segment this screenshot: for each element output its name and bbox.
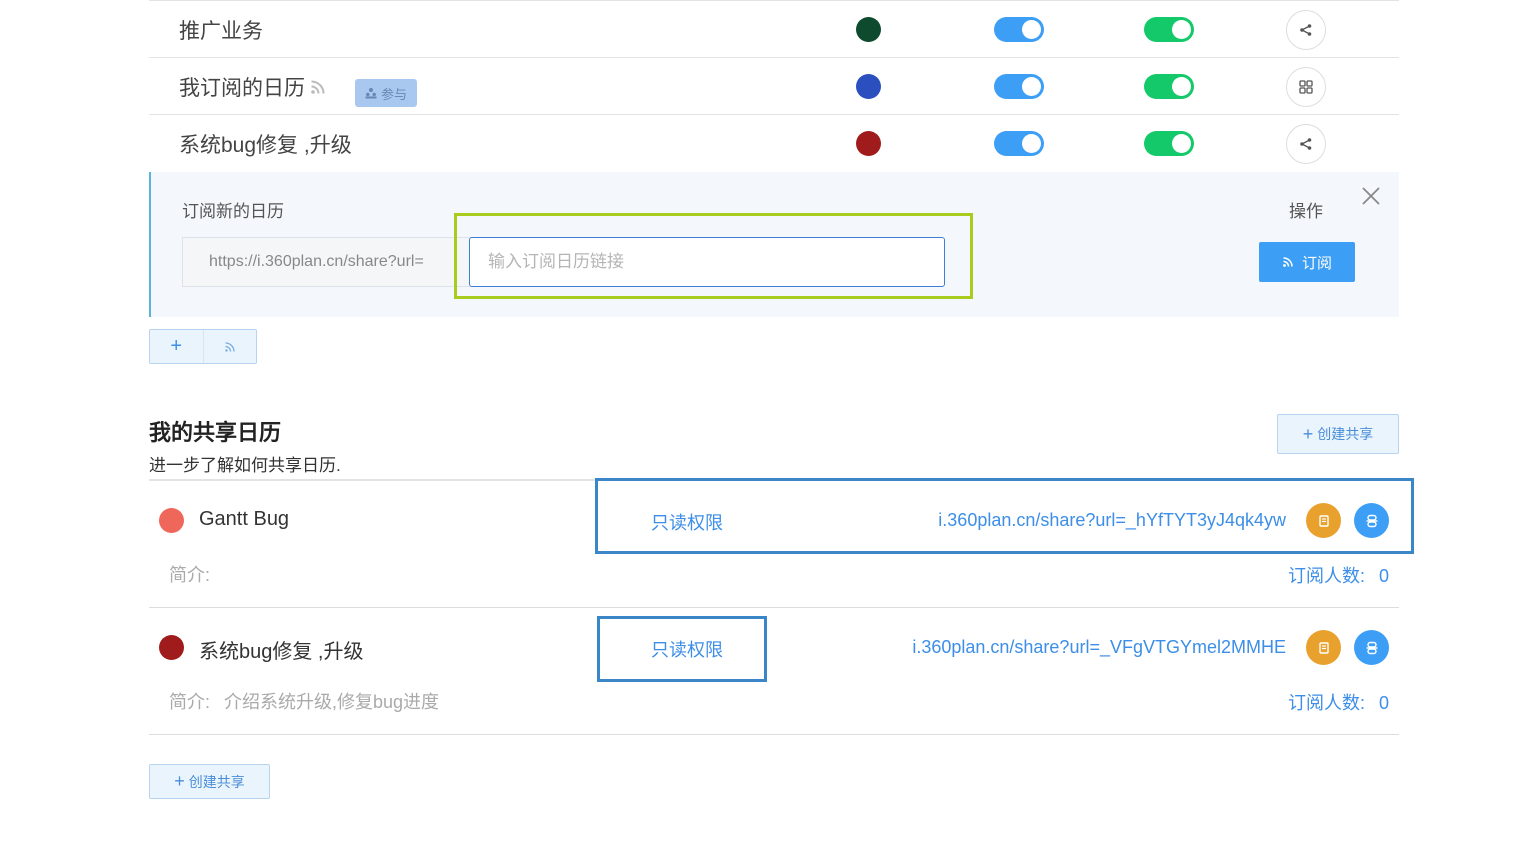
close-panel-button[interactable] — [1359, 184, 1383, 208]
calendar-color-dot[interactable] — [856, 131, 881, 156]
rss-icon — [225, 341, 235, 352]
grid-icon — [1299, 80, 1313, 94]
shared-calendars-title: 我的共享日历 — [149, 420, 282, 445]
plus-icon: + — [174, 771, 185, 791]
url-prefix-addon: https://i.360plan.cn/share?url= — [182, 237, 472, 287]
copy-link-button[interactable] — [1306, 630, 1341, 665]
create-share-button[interactable]: + 创建共享 — [1277, 414, 1399, 454]
subscriber-count-value: 0 — [1378, 566, 1389, 586]
share-url-link[interactable]: i.360plan.cn/share?url=_VFgVTGYmel2MMHE — [912, 637, 1286, 658]
unlink-button[interactable] — [1354, 630, 1389, 665]
shared-calendar-item: 系统bug修复 ,升级 只读权限 i.360plan.cn/share?url=… — [149, 608, 1399, 735]
visibility-toggle[interactable] — [994, 131, 1044, 156]
toggle-knob — [1022, 134, 1041, 153]
calendar-color-dot — [159, 508, 184, 533]
description-label: 简介: — [169, 692, 211, 712]
calendar-row: 我订阅的日历 参与 — [149, 57, 1399, 114]
subscriber-count-label: 订阅人数: — [1287, 693, 1365, 713]
description-text: 介绍系统升级,修复bug进度 — [224, 692, 440, 712]
calendar-name-wrap: 我订阅的日历 — [179, 72, 327, 102]
calendar-color-dot[interactable] — [856, 74, 881, 99]
share-calendar-button[interactable] — [1286, 124, 1326, 164]
calendar-color-dot — [159, 635, 184, 660]
calendar-name: 推广业务 — [179, 20, 263, 43]
shared-calendars-help-link[interactable]: 进一步了解如何共享日历. — [149, 451, 341, 476]
calendar-description: 简介: — [169, 561, 224, 587]
share-icon — [1300, 24, 1312, 36]
people-icon — [365, 88, 377, 99]
toggle-knob — [1172, 134, 1191, 153]
subscribe-button-label: 订阅 — [1301, 254, 1332, 272]
share-calendar-button[interactable] — [1286, 10, 1326, 50]
calendar-apps-button[interactable] — [1286, 67, 1326, 107]
create-share-button[interactable]: + 创建共享 — [149, 764, 270, 799]
shared-calendar-name: Gantt Bug — [199, 508, 290, 530]
notify-toggle[interactable] — [1144, 74, 1194, 99]
participate-badge: 参与 — [355, 79, 418, 107]
subscriber-count-value: 0 — [1378, 693, 1389, 713]
shared-calendar-name: 系统bug修复 ,升级 — [199, 641, 364, 663]
badge-label: 参与 — [381, 86, 408, 102]
add-calendar-button-group: + — [149, 329, 257, 364]
calendar-list: 推广业务 我订阅的日历 参与 系统bug修复 ,升级 — [149, 0, 1399, 171]
share-icon — [1300, 138, 1312, 150]
calendar-row: 推广业务 — [149, 0, 1399, 57]
add-calendar-button[interactable]: + — [150, 330, 203, 363]
calendar-row: 系统bug修复 ,升级 — [149, 114, 1399, 171]
highlight-frame — [597, 616, 767, 682]
calendar-name: 我订阅的日历 — [179, 77, 305, 100]
notify-toggle[interactable] — [1144, 131, 1194, 156]
visibility-toggle[interactable] — [994, 17, 1044, 42]
subscribe-panel: 订阅新的日历 操作 https://i.360plan.cn/share?url… — [149, 172, 1399, 317]
highlight-frame — [595, 478, 1414, 554]
calendar-description: 简介: 介绍系统升级,修复bug进度 — [169, 688, 439, 714]
notify-toggle[interactable] — [1144, 17, 1194, 42]
toggle-knob — [1172, 20, 1191, 39]
subscribe-button[interactable]: 订阅 — [1259, 242, 1355, 282]
operation-label: 操作 — [1289, 202, 1323, 221]
subscriber-count[interactable]: 订阅人数: 0 — [1288, 562, 1389, 588]
create-share-label: 创建共享 — [188, 773, 245, 790]
description-label: 简介: — [169, 565, 211, 585]
calendar-color-dot[interactable] — [856, 17, 881, 42]
plus-icon: + — [170, 335, 183, 357]
rss-icon — [311, 80, 325, 94]
rss-icon — [1283, 257, 1293, 267]
calendar-name: 系统bug修复 ,升级 — [179, 134, 352, 157]
toggle-knob — [1022, 20, 1041, 39]
create-share-label: 创建共享 — [1317, 426, 1374, 442]
plus-icon: + — [1302, 423, 1314, 444]
subscribe-panel-title: 订阅新的日历 — [182, 202, 284, 221]
subscriber-count-label: 订阅人数: — [1287, 566, 1365, 586]
subscriber-count[interactable]: 订阅人数: 0 — [1288, 689, 1389, 715]
toggle-knob — [1172, 77, 1191, 96]
close-icon — [1362, 187, 1380, 205]
subscribe-url-input[interactable] — [469, 237, 945, 287]
toggle-knob — [1022, 77, 1041, 96]
link-icon — [1366, 641, 1377, 654]
visibility-toggle[interactable] — [994, 74, 1044, 99]
subscribe-calendar-button[interactable] — [202, 330, 257, 363]
copy-icon — [1318, 641, 1329, 654]
